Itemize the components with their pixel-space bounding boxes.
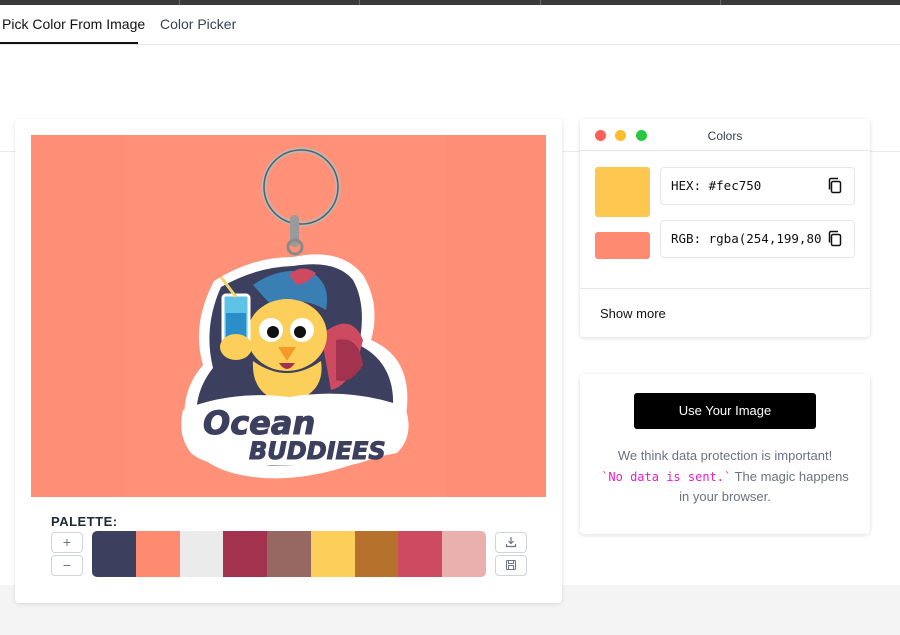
mode-tabs: Pick Color From Image Color Picker: [0, 5, 900, 45]
rgb-value-field[interactable]: RGB: rgba(254,199,80: [660, 220, 855, 258]
privacy-notice: We think data protection is important! `…: [600, 446, 850, 508]
copy-icon[interactable]: [826, 177, 844, 195]
show-more-link[interactable]: Show more: [600, 306, 666, 321]
secondary-color-swatch: [595, 232, 650, 259]
copy-icon[interactable]: [826, 230, 844, 248]
privacy-notice-code: `No data is sent.`: [601, 469, 732, 484]
colors-panel-title: Colors: [707, 129, 743, 143]
palette-swatch[interactable]: [179, 531, 224, 577]
palette-swatch[interactable]: [310, 531, 355, 577]
logo-line-buddiees: BUDDIEES: [249, 437, 386, 465]
tab-color-picker[interactable]: Color Picker: [158, 5, 236, 44]
save-palette-button[interactable]: [495, 555, 527, 576]
primary-color-swatch: [595, 167, 650, 217]
divider: [580, 288, 870, 289]
palette-swatch[interactable]: [442, 531, 486, 577]
use-your-image-button[interactable]: Use Your Image: [634, 393, 816, 429]
image-card: Ocean BUDDIEES PALETTE: + −: [15, 119, 562, 603]
hex-value-field[interactable]: HEX: #fec750: [660, 167, 855, 205]
palette-swatch[interactable]: [398, 531, 443, 577]
colors-panel: Colors HEX: #fec750 RGB: rgba(254,199,80…: [580, 119, 870, 337]
uploaded-image[interactable]: Ocean BUDDIEES: [31, 135, 546, 497]
palette-remove-button[interactable]: −: [51, 555, 83, 576]
hex-value: HEX: #fec750: [671, 178, 762, 193]
download-icon: [505, 537, 517, 548]
tab-pick-color-from-image[interactable]: Pick Color From Image: [0, 5, 145, 44]
palette-swatch[interactable]: [135, 531, 180, 577]
palette-swatch[interactable]: [354, 531, 399, 577]
palette-swatch[interactable]: [92, 531, 136, 577]
palette-add-button[interactable]: +: [51, 532, 83, 553]
privacy-notice-text: We think data protection is important!: [617, 448, 833, 463]
palette-swatch[interactable]: [223, 531, 268, 577]
save-icon: [505, 559, 517, 571]
palette-swatches: [92, 531, 486, 577]
divider: [580, 150, 870, 151]
palette-swatch[interactable]: [267, 531, 311, 577]
rgb-value: RGB: rgba(254,199,80: [671, 231, 822, 246]
upload-panel: Use Your Image We think data protection …: [580, 374, 870, 534]
palette-label: PALETTE:: [51, 514, 118, 529]
download-palette-button[interactable]: [495, 532, 527, 553]
